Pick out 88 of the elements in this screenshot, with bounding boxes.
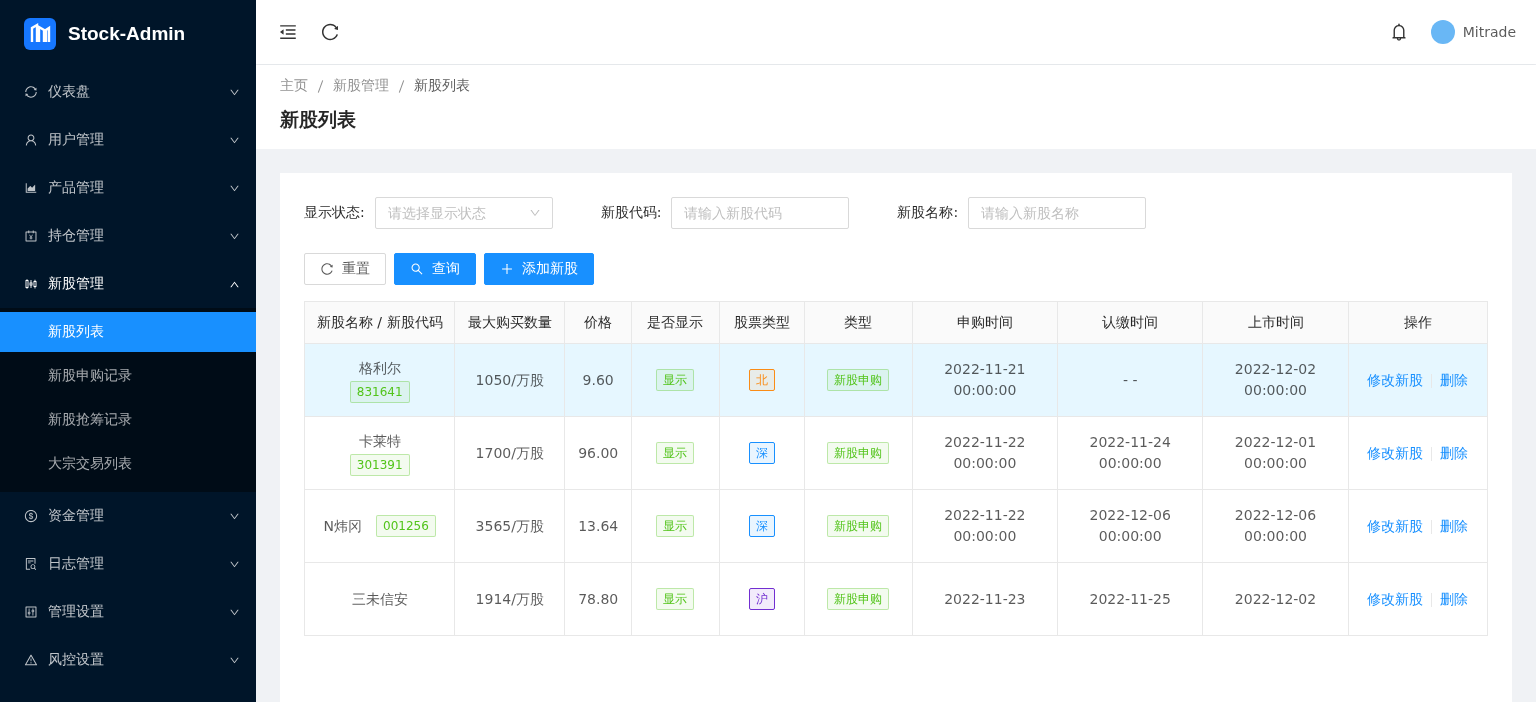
- table-cell: 3565/万股: [475, 517, 544, 534]
- table-cell: 2022-11-24 00:00:00: [1089, 434, 1171, 471]
- submenu-item[interactable]: 大宗交易列表: [0, 444, 256, 484]
- control-panel-icon: [24, 605, 38, 619]
- area-chart-icon: [24, 181, 38, 195]
- user-icon: [24, 133, 38, 147]
- table-cell: 2022-12-02: [1234, 590, 1317, 607]
- column-header: 上市时间: [1202, 301, 1349, 344]
- menu-item[interactable]: 资金管理: [0, 492, 256, 540]
- input-field[interactable]: 请输入新股代码: [671, 197, 850, 229]
- type-tag: 新股申购: [827, 588, 890, 610]
- reload-icon[interactable]: [320, 22, 340, 42]
- warning-icon: [24, 653, 38, 667]
- ledger-icon: [24, 229, 38, 243]
- reload-icon: [320, 262, 334, 276]
- app-title: Stock-Admin: [68, 23, 186, 45]
- type-tag: 新股申购: [827, 442, 890, 464]
- table-cell: 1914/万股: [475, 590, 544, 607]
- table-cell: 78.80: [578, 590, 619, 607]
- menu-item[interactable]: 风控设置: [0, 636, 256, 684]
- stock-name: 三未信安: [351, 589, 408, 609]
- table-cell: 2022-11-25: [1089, 590, 1171, 607]
- column-header: 申购时间: [912, 301, 1058, 344]
- table-cell: 2022-12-02 00:00:00: [1234, 361, 1317, 398]
- table-cell: 9.60: [582, 371, 614, 388]
- column-header: 认缴时间: [1057, 301, 1203, 344]
- table-cell: - -: [1122, 371, 1138, 388]
- column-header: 新股名称 / 新股代码: [304, 301, 455, 344]
- plus-icon: [500, 262, 514, 276]
- table-cell: 2022-11-23: [944, 590, 1026, 607]
- column-header: 价格: [564, 301, 632, 344]
- market-tag: 北: [748, 369, 775, 391]
- logo-icon: [24, 18, 56, 50]
- menu-item[interactable]: 仪表盘: [0, 68, 256, 116]
- table-cell: 2022-11-21 00:00:00: [944, 361, 1026, 398]
- user-name[interactable]: Mitrade: [1462, 24, 1516, 40]
- dollar-icon: [24, 509, 38, 523]
- market-tag: 沪: [748, 588, 775, 610]
- column-header: 最大购买数量: [454, 301, 565, 344]
- menu-item[interactable]: 用户管理: [0, 116, 256, 164]
- menu-fold-icon[interactable]: [278, 22, 298, 42]
- table-cell: 13.64: [578, 517, 619, 534]
- select-field[interactable]: 请选择显示状态: [374, 197, 553, 229]
- column-header: 操作: [1348, 301, 1488, 344]
- table-cell: 1700/万股: [475, 444, 544, 461]
- table-cell: 2022-12-06 00:00:00: [1234, 507, 1317, 544]
- page-title: 新股列表: [280, 107, 357, 132]
- type-tag: 新股申购: [827, 515, 890, 537]
- sliders-icon: [24, 277, 38, 291]
- reset-button[interactable]: 重置: [304, 253, 386, 285]
- column-header: 股票类型: [719, 301, 805, 344]
- input-field[interactable]: 请输入新股名称: [968, 197, 1147, 229]
- chevron-down-icon: [528, 207, 541, 219]
- stock-code-tag: 001256: [376, 515, 436, 537]
- table-cell: 1050/万股: [475, 371, 544, 388]
- table-cell: 2022-11-22 00:00:00: [944, 507, 1026, 544]
- table-cell: 96.00: [578, 444, 619, 461]
- stock-name: N炜冈: [323, 516, 363, 536]
- menu-item[interactable]: 日志管理: [0, 540, 256, 588]
- stock-code-tag: 301391: [349, 453, 410, 476]
- menu-item[interactable]: 新股管理: [0, 260, 256, 308]
- menu-item[interactable]: 管理设置: [0, 588, 256, 636]
- submenu-item[interactable]: 新股抢筹记录: [0, 400, 256, 440]
- table-cell: 2022-11-22 00:00:00: [944, 434, 1026, 471]
- column-header: 是否显示: [631, 301, 720, 344]
- breadcrumb-link[interactable]: 新股列表: [414, 77, 470, 95]
- field-label: 新股名称:: [897, 204, 959, 222]
- menu-item[interactable]: 持仓管理: [0, 212, 256, 260]
- document-icon: [24, 557, 38, 571]
- search-icon: [410, 262, 424, 276]
- stock-code-tag: 831641: [349, 380, 410, 403]
- field-label: 显示状态:: [304, 204, 365, 222]
- display-tag: 显示: [656, 515, 695, 537]
- table-cell: 2022-12-06 00:00:00: [1089, 507, 1171, 544]
- sync-icon: [24, 85, 38, 99]
- display-tag: 显示: [656, 442, 695, 464]
- type-tag: 新股申购: [827, 369, 890, 391]
- menu-item[interactable]: 产品管理: [0, 164, 256, 212]
- field-label: 新股代码:: [600, 204, 662, 222]
- market-tag: 深: [748, 442, 775, 464]
- display-tag: 显示: [656, 588, 695, 610]
- table-cell: 2022-12-01 00:00:00: [1234, 434, 1317, 471]
- stock-name: 卡莱特: [358, 431, 401, 451]
- submenu-item[interactable]: 新股申购记录: [0, 356, 256, 396]
- stock-name: 格利尔: [358, 358, 401, 378]
- column-header: 类型: [804, 301, 913, 344]
- market-tag: 深: [748, 515, 775, 537]
- display-tag: 显示: [656, 369, 695, 391]
